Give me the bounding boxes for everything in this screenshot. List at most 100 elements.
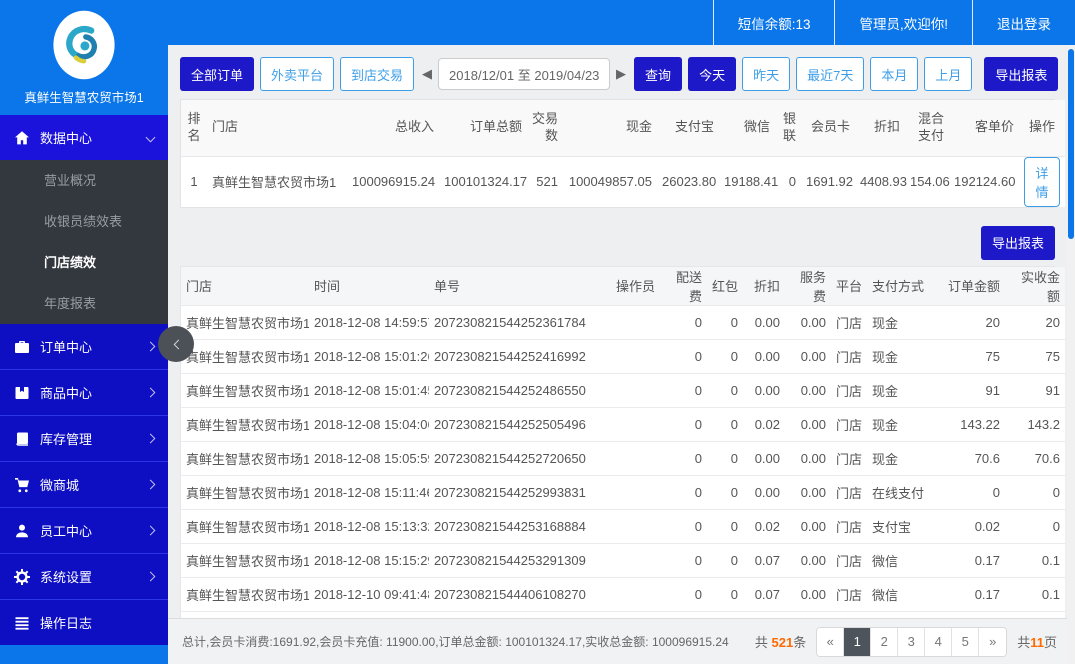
table-cell: 0.02: [743, 508, 785, 543]
welcome-user[interactable]: 管理员,欢迎你!: [834, 0, 972, 45]
table-cell: 143.22: [939, 406, 1005, 441]
table-cell: 207230821544252505496: [429, 406, 611, 441]
table-cell: 真鲜生智慧农贸市场1: [181, 406, 309, 441]
sidebar-menu-item[interactable]: 系统设置: [0, 554, 168, 600]
app-window: 真鲜生智慧农贸市场1 数据中心 营业概况 收银员绩效表 门店绩效 年度报表 订单中心商…: [0, 0, 1075, 664]
table-cell: 门店: [831, 576, 867, 611]
date-next-icon[interactable]: ▶: [614, 66, 628, 82]
table-cell: 门店: [831, 474, 867, 509]
page-button[interactable]: 5: [952, 627, 980, 656]
table-cell: 0.07: [743, 576, 785, 611]
page-button[interactable]: 2: [871, 627, 899, 656]
sidebar-menu-item[interactable]: 订单中心: [0, 324, 168, 370]
table-cell: 0.1: [1005, 576, 1065, 611]
table-cell: 75: [939, 338, 1005, 373]
chevron-right-icon: [145, 525, 156, 536]
sms-balance[interactable]: 短信余额:13: [712, 0, 835, 45]
table-cell: 207230821544252486550: [429, 372, 611, 407]
store-summary-table-wrap: 排名 门店 总收入 订单总额 交易数 现金 支付宝 微信 银联 会员卡 折扣 混合支付 客单价 操作 1 真鲜…: [180, 99, 1065, 208]
app-logo: [53, 10, 115, 80]
table-cell: 0.17: [939, 576, 1005, 611]
sidebar-submenu-item[interactable]: 门店绩效: [0, 242, 168, 283]
main-content: 全部订单外卖平台到店交易 ◀ ▶ 查询 今天昨天最近7天本月上月 导出报表 排名…: [168, 45, 1075, 664]
date-prev-icon[interactable]: ◀: [420, 66, 434, 82]
search-button[interactable]: 查询: [634, 57, 683, 91]
scrollbar-thumb[interactable]: [1068, 49, 1074, 239]
detail-button[interactable]: 详情: [1024, 156, 1060, 207]
table-cell: 0.00: [743, 372, 785, 407]
export-report-button-detail[interactable]: 导出报表: [980, 225, 1055, 260]
order-row: 真鲜生智慧农贸市场1 2018-12-08 14:59:57 20723082154…: [181, 304, 1065, 339]
sidebar-submenu-item[interactable]: 营业概况: [0, 160, 168, 201]
date-range-input[interactable]: [438, 58, 611, 90]
sidebar-menu-item[interactable]: 操作日志: [0, 600, 168, 645]
page-button[interactable]: 1: [844, 627, 872, 656]
column-header: 现金: [563, 100, 657, 156]
table-cell: 207230821544406108270: [429, 576, 611, 611]
table-cell: [611, 304, 663, 339]
table-cell: 2018-12-08 15:15:29: [309, 542, 429, 577]
order-row: 真鲜生智慧农贸市场1 2018-12-08 15:11:46 20723082154…: [181, 474, 1065, 509]
table-cell: 0.00: [785, 304, 831, 339]
export-report-button-top[interactable]: 导出报表: [984, 57, 1059, 91]
sidebar-item-label: 员工中心: [40, 524, 93, 539]
table-cell: 2018-12-08 15:13:32: [309, 508, 429, 543]
table-cell: 0: [1005, 508, 1065, 543]
prev-page-button[interactable]: «: [817, 627, 845, 656]
page-button-group: «1 2 3 4 5»: [816, 626, 1008, 657]
table-cell: 2018-12-08 15:04:06: [309, 406, 429, 441]
page-button[interactable]: 4: [925, 627, 953, 656]
sidebar-submenu-item[interactable]: 收银员绩效表: [0, 201, 168, 242]
column-header: 单号: [429, 266, 611, 305]
table-cell: 现金: [867, 338, 939, 373]
box-icon: [14, 385, 30, 401]
table-cell: 0: [663, 406, 707, 441]
order-type-filter-button[interactable]: 全部订单: [180, 57, 255, 91]
sidebar-collapse-handle[interactable]: [158, 326, 194, 362]
table-cell: 26023.80: [657, 155, 719, 207]
logout-button[interactable]: 退出登录: [972, 0, 1075, 45]
home-icon: [14, 130, 30, 146]
table-cell: 100096915.24: [347, 155, 439, 207]
order-type-filter-button[interactable]: 到店交易: [340, 57, 415, 91]
order-row: 真鲜生智慧农贸市场1 2018-12-08 15:05:59 20723082154…: [181, 440, 1065, 475]
column-header: 订单总额: [439, 100, 527, 156]
book-icon: [14, 431, 30, 447]
cart-icon: [14, 477, 30, 493]
sidebar-item-data-center[interactable]: 数据中心: [0, 115, 168, 160]
table-cell: 微信: [867, 542, 939, 577]
order-row: 真鲜生智慧农贸市场1 2018-12-08 15:01:26 20723082154…: [181, 338, 1065, 373]
sidebar-submenu-item[interactable]: 年度报表: [0, 283, 168, 324]
quick-range-button[interactable]: 上月: [924, 57, 973, 91]
sidebar-item-label: 系统设置: [40, 570, 93, 585]
quick-range-button[interactable]: 本月: [870, 57, 919, 91]
table-cell: 现金: [867, 440, 939, 475]
table-cell: 0: [707, 338, 743, 373]
table-cell: 1691.92: [801, 155, 855, 207]
next-page-button[interactable]: »: [979, 627, 1007, 656]
sidebar-item-label: 商品中心: [40, 386, 93, 401]
table-cell: 0: [939, 474, 1005, 509]
column-header: 门店: [181, 266, 309, 305]
table-cell: 门店: [831, 372, 867, 407]
sidebar-menu-item[interactable]: 员工中心: [0, 508, 168, 554]
quick-range-button[interactable]: 昨天: [742, 57, 791, 91]
column-header: 总收入: [347, 100, 439, 156]
quick-range-button[interactable]: 今天: [688, 57, 737, 91]
column-header: 支付方式: [867, 266, 939, 305]
table-cell: 521: [527, 155, 563, 207]
sidebar-menu-item[interactable]: 微商城: [0, 462, 168, 508]
logo-block: 真鲜生智慧农贸市场1: [0, 0, 168, 115]
order-type-filter-button[interactable]: 外卖平台: [260, 57, 335, 91]
table-cell: 2018-12-08 15:01:26: [309, 338, 429, 373]
table-cell: 0.00: [743, 304, 785, 339]
table-cell: 0: [707, 474, 743, 509]
table-cell: 143.2: [1005, 406, 1065, 441]
sidebar-menu-item[interactable]: 库存管理: [0, 416, 168, 462]
quick-range-button[interactable]: 最近7天: [796, 57, 865, 91]
table-cell: 0.00: [785, 372, 831, 407]
table-cell: 真鲜生智慧农贸市场1: [181, 474, 309, 509]
table-cell: 0: [707, 440, 743, 475]
page-button[interactable]: 3: [898, 627, 926, 656]
sidebar-menu-item[interactable]: 商品中心: [0, 370, 168, 416]
